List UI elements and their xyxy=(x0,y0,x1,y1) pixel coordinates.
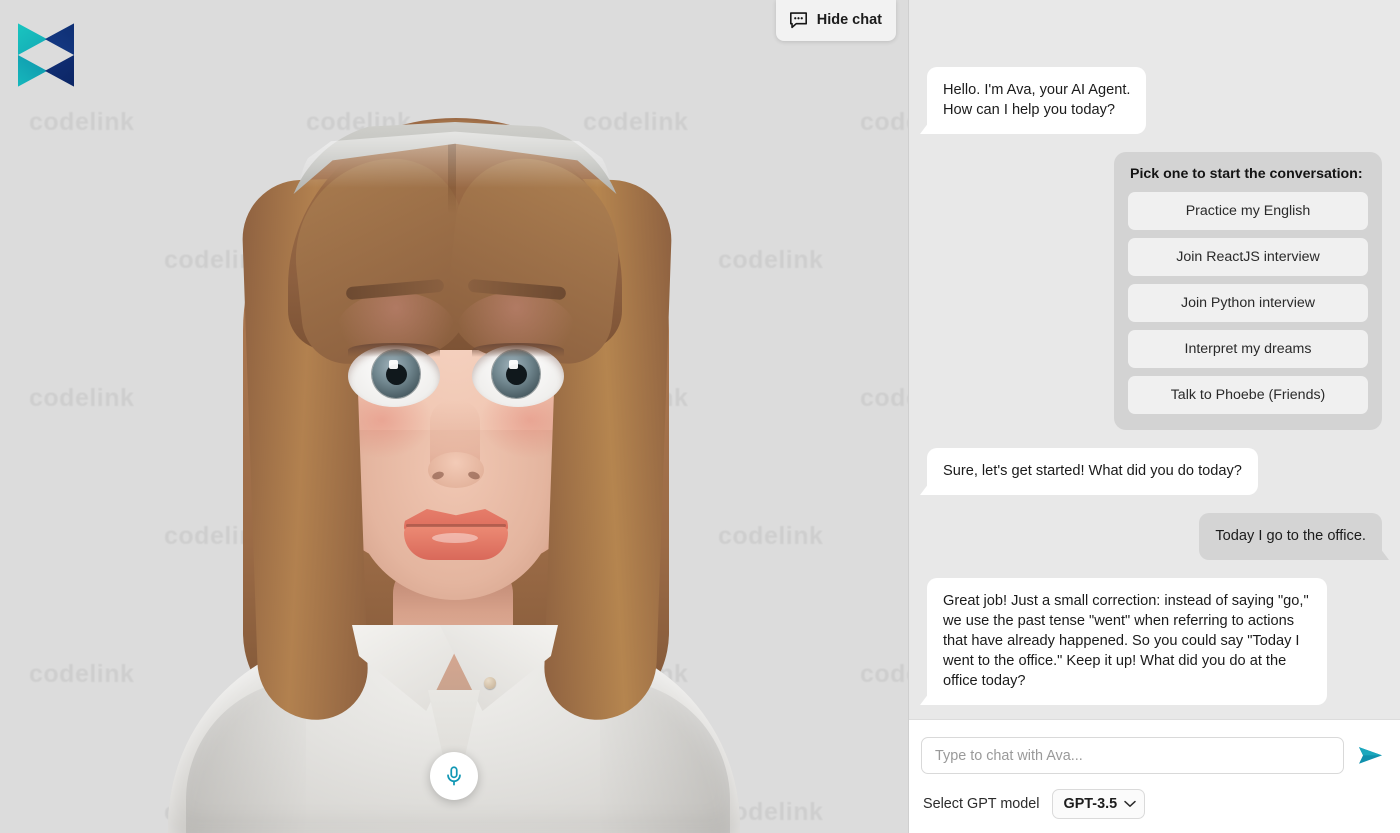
model-label: Select GPT model xyxy=(923,796,1040,812)
avatar-stage: codelinkcodelinkcodelinkcodelinkcodelink… xyxy=(0,0,909,833)
send-button[interactable] xyxy=(1356,742,1384,770)
chat-panel: Hello. I'm Ava, your AI Agent. How can I … xyxy=(909,0,1400,833)
app-root: codelinkcodelinkcodelinkcodelinkcodelink… xyxy=(0,0,1400,833)
bot-message-bubble: Great job! Just a small correction: inst… xyxy=(920,578,1327,705)
suggestion-button[interactable]: Join ReactJS interview xyxy=(1128,238,1368,276)
bot-message-bubble: Sure, let's get started! What did you do… xyxy=(920,448,1258,495)
message-list[interactable]: Hello. I'm Ava, your AI Agent. How can I … xyxy=(909,0,1400,719)
suggestion-button[interactable]: Practice my English xyxy=(1128,192,1368,230)
codelink-logo xyxy=(18,22,74,88)
chat-composer: Select GPT model GPT-3.5GPT-4 xyxy=(909,719,1400,833)
message-row: Sure, let's get started! What did you do… xyxy=(920,448,1382,495)
message-row: Hello. I'm Ava, your AI Agent. How can I … xyxy=(919,67,1382,134)
suggestions-title: Pick one to start the conversation: xyxy=(1130,166,1363,182)
microphone-button[interactable] xyxy=(430,752,478,800)
avatar-ava xyxy=(0,0,908,833)
gpt-model-select[interactable]: GPT-3.5GPT-4 xyxy=(1051,789,1145,819)
input-row xyxy=(921,737,1384,774)
message-row: Today I go to the office. xyxy=(927,513,1389,560)
model-selector-row: Select GPT model GPT-3.5GPT-4 xyxy=(921,789,1384,819)
suggestions-row: Pick one to start the conversation: Pract… xyxy=(927,152,1382,430)
suggestion-button[interactable]: Join Python interview xyxy=(1128,284,1368,322)
hide-chat-label: Hide chat xyxy=(816,11,882,28)
message-row: Great job! Just a small correction: inst… xyxy=(920,578,1382,705)
chat-input[interactable] xyxy=(921,737,1344,774)
suggestion-card: Pick one to start the conversation: Pract… xyxy=(1114,152,1382,430)
hide-chat-button[interactable]: Hide chat xyxy=(775,0,896,41)
user-message-bubble: Today I go to the office. xyxy=(1199,513,1389,560)
microphone-icon xyxy=(447,766,461,786)
suggestion-button[interactable]: Talk to Phoebe (Friends) xyxy=(1128,376,1368,414)
suggestion-button[interactable]: Interpret my dreams xyxy=(1128,330,1368,368)
bot-message-bubble: Hello. I'm Ava, your AI Agent. How can I … xyxy=(919,67,1147,134)
chat-bubble-dots-icon xyxy=(789,12,807,29)
send-paper-plane-icon xyxy=(1358,747,1382,764)
model-select-wrapper[interactable]: GPT-3.5GPT-4 xyxy=(1051,789,1145,819)
